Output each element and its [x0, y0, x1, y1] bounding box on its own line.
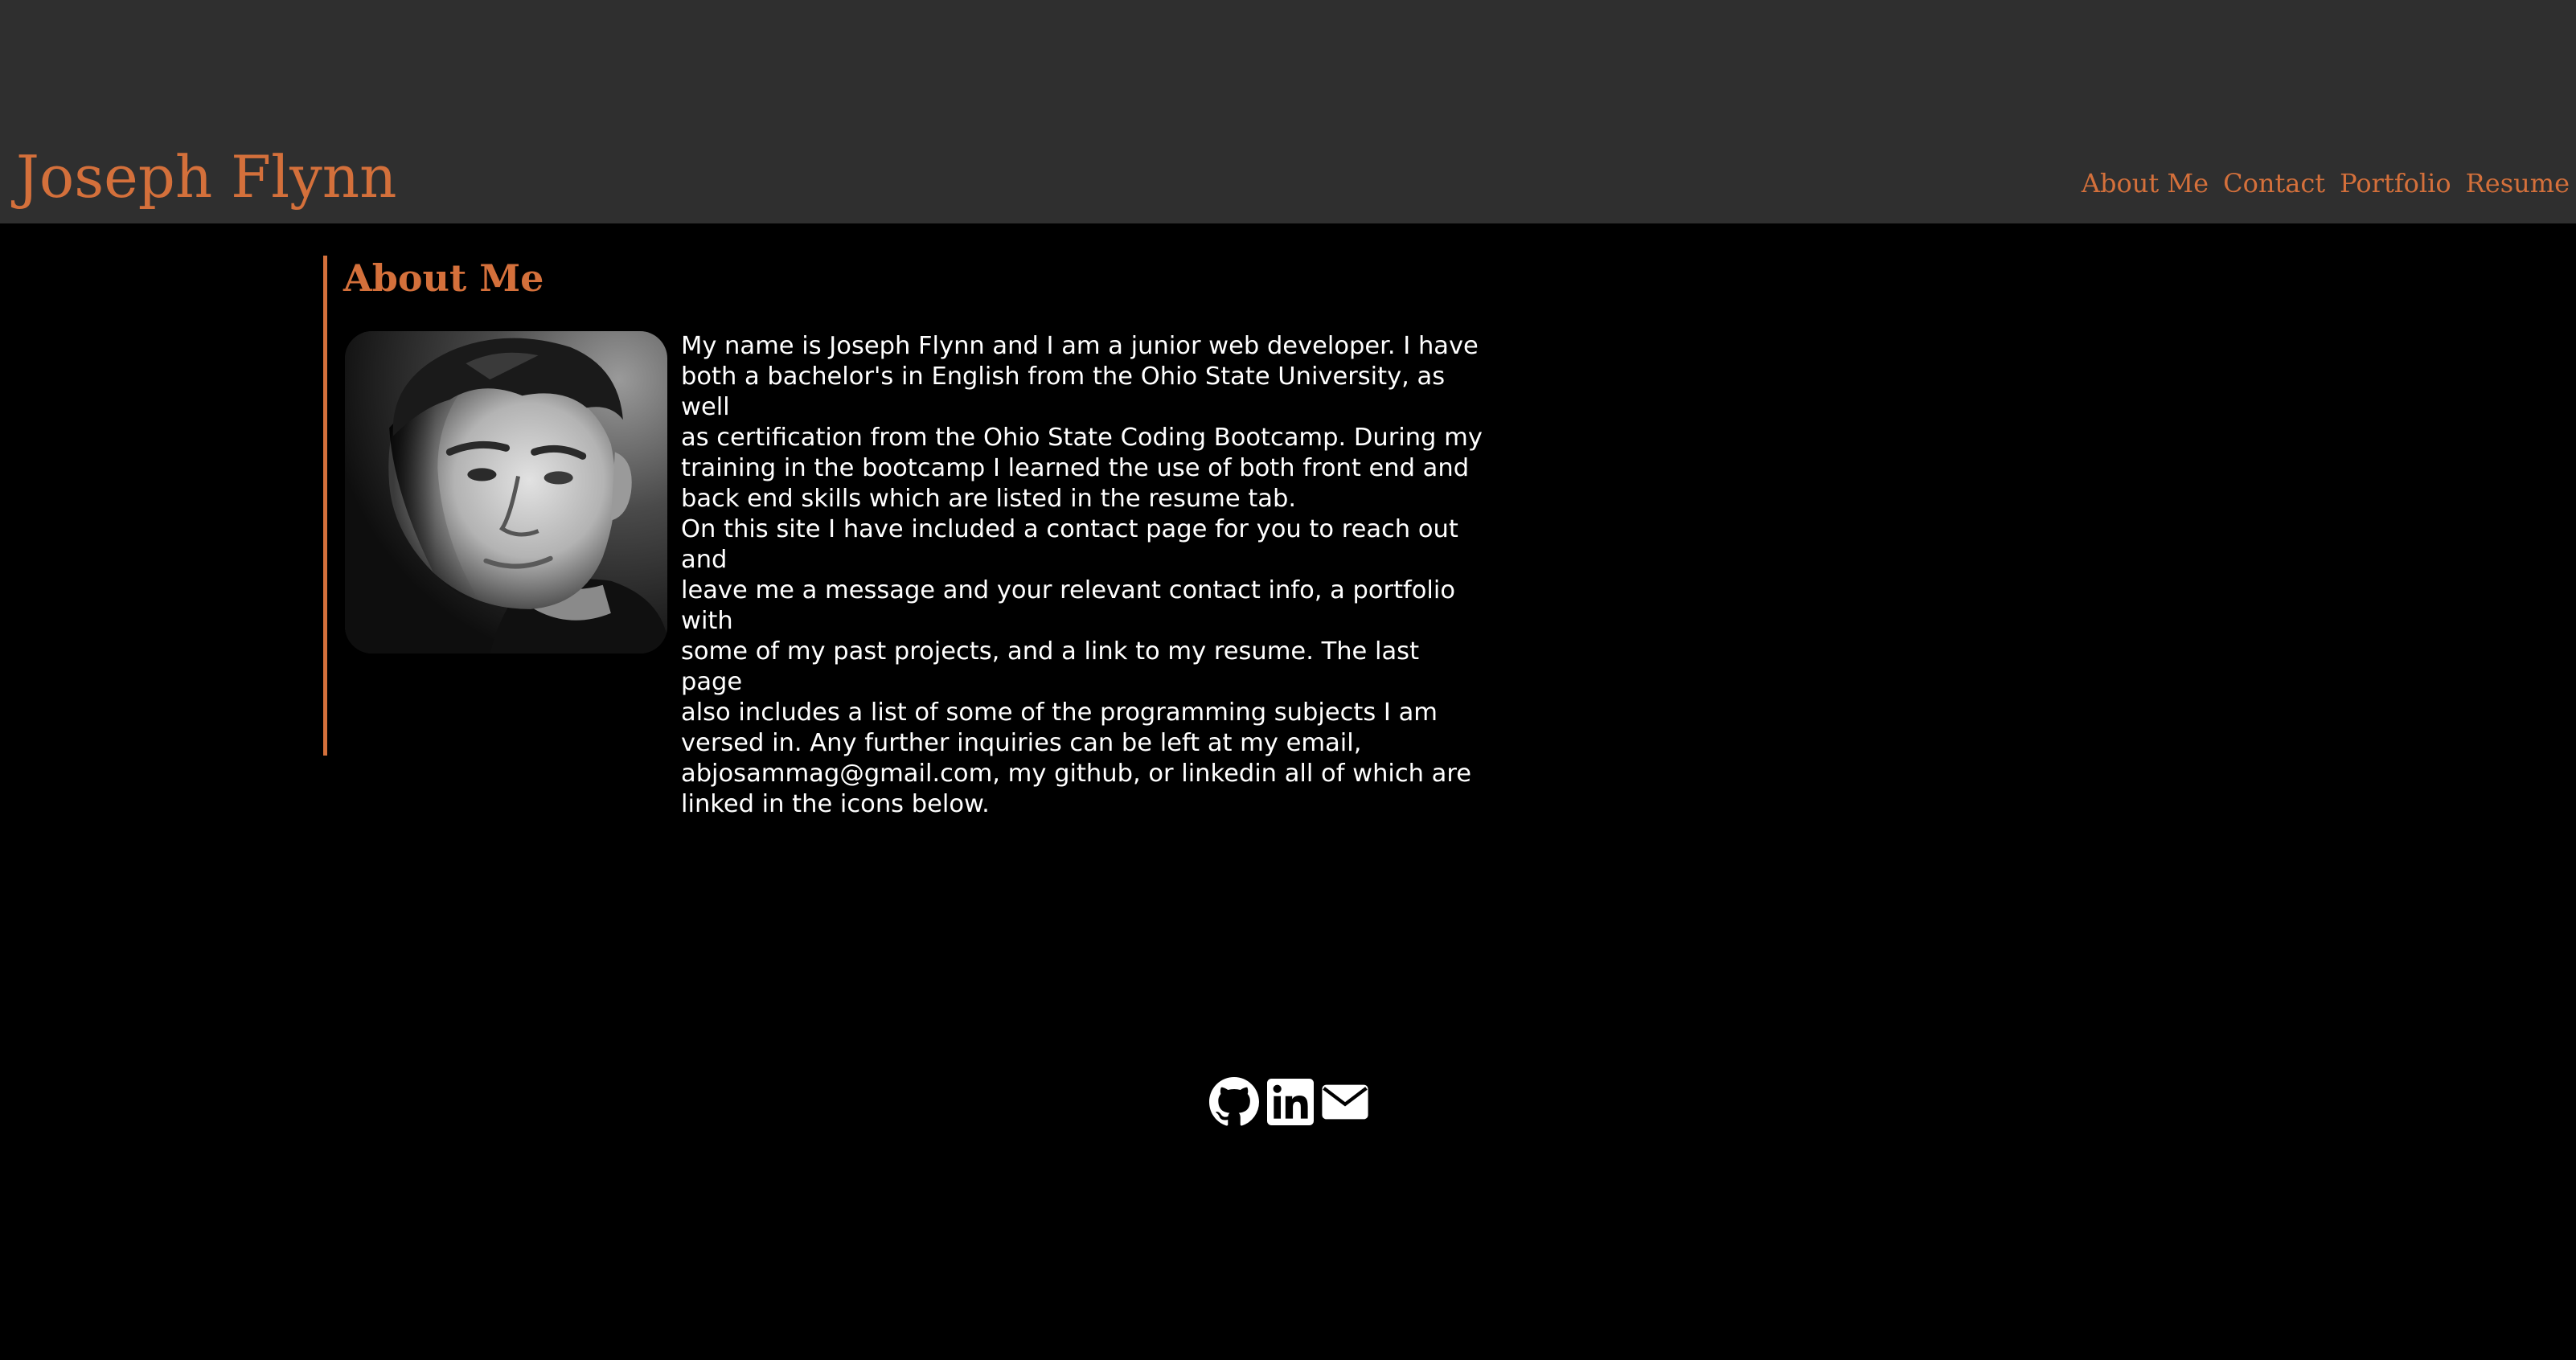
github-link[interactable] [1209, 1077, 1259, 1127]
portrait-image [345, 331, 667, 653]
nav-link-resume[interactable]: Resume [2466, 162, 2570, 204]
about-heading: About Me [343, 256, 544, 300]
email-link[interactable] [1322, 1082, 1368, 1122]
nav-link-portfolio[interactable]: Portfolio [2340, 162, 2451, 204]
github-icon [1209, 1077, 1259, 1126]
bio-paragraph-1: My name is Joseph Flynn and I am a junio… [681, 332, 1483, 513]
footer-social-links [1209, 1077, 1368, 1127]
profile-photo [345, 331, 667, 653]
site-header: Joseph Flynn About Me Contact Portfolio … [0, 0, 2576, 223]
nav-link-about-me[interactable]: About Me [2082, 162, 2209, 204]
about-bio: My name is Joseph Flynn and I am a junio… [681, 331, 1485, 820]
linkedin-icon [1267, 1079, 1314, 1125]
linkedin-link[interactable] [1267, 1079, 1314, 1125]
main-nav: About Me Contact Portfolio Resume [2082, 162, 2570, 204]
site-title: Joseph Flynn [16, 143, 397, 211]
about-section: About Me My name is Joseph Flynn and I a… [323, 256, 1493, 818]
nav-link-contact[interactable]: Contact [2223, 162, 2325, 204]
email-icon [1322, 1084, 1368, 1120]
bio-paragraph-2: On this site I have included a contact p… [681, 515, 1471, 818]
